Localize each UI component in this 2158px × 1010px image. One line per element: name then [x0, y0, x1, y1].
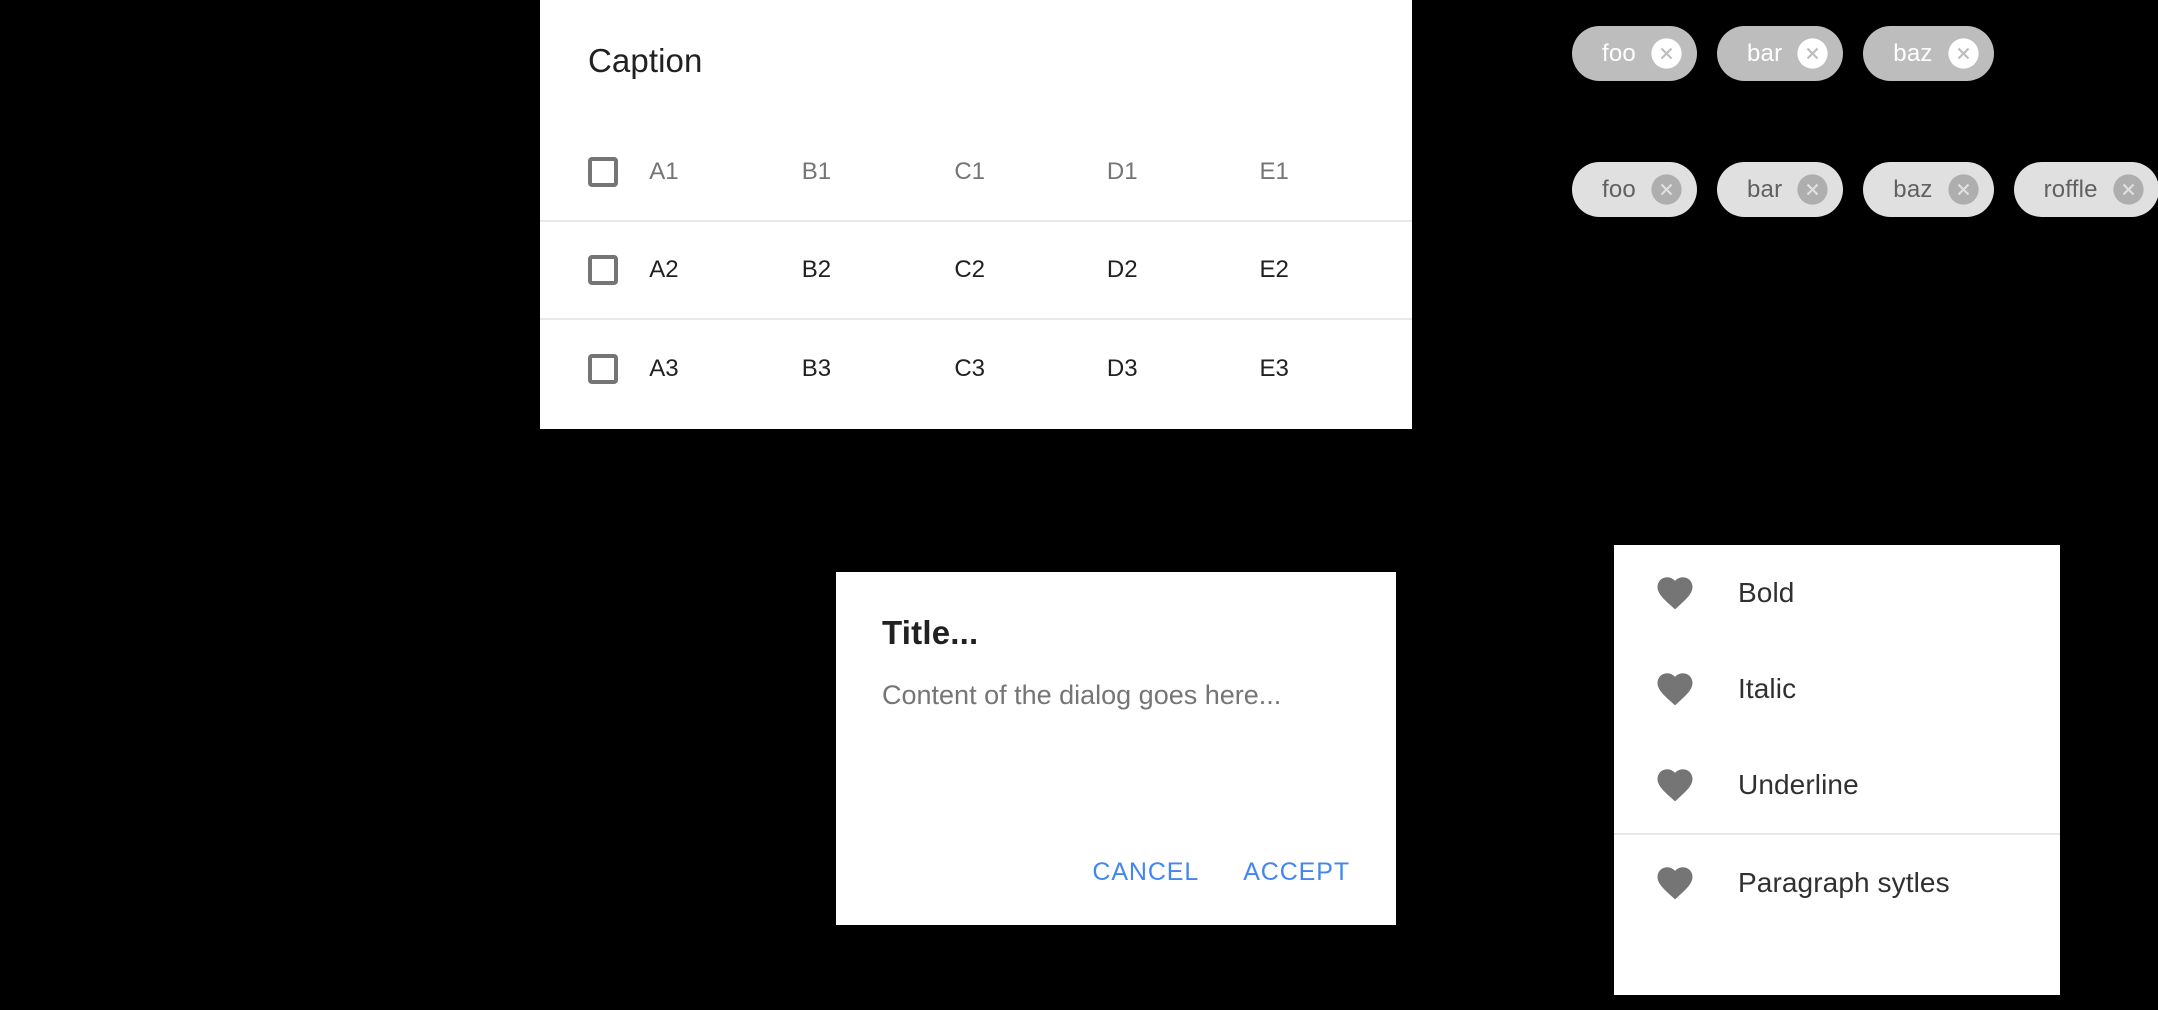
table-body: A2 B2 C2 D2 E2 A3 B3 C3 D3 E3 — [540, 221, 1412, 417]
data-table: A1 B1 C1 D1 E1 A2 B2 C2 D2 E2 A3 B3 C3 D… — [540, 123, 1412, 417]
dialog-actions: CANCEL ACCEPT — [1078, 848, 1364, 897]
close-circle-icon[interactable] — [1947, 173, 1980, 206]
column-header[interactable]: A1 — [649, 123, 802, 221]
dialog-title: Title... — [882, 614, 979, 651]
select-all-cell — [540, 123, 649, 221]
checkbox-unchecked-icon[interactable] — [588, 255, 618, 285]
table-cell: A2 — [649, 256, 679, 283]
data-table-card: Caption A1 B1 C1 D1 E1 A2 B2 C2 D2 E2 A3… — [540, 0, 1412, 429]
table-cell: E3 — [1259, 354, 1289, 382]
dialog: Title... Content of the dialog goes here… — [836, 572, 1396, 925]
close-circle-icon[interactable] — [2112, 173, 2145, 206]
close-circle-icon[interactable] — [1650, 173, 1683, 206]
chip-label: foo — [1602, 175, 1636, 203]
chip-label: roffle — [2043, 175, 2098, 203]
table-cell: E2 — [1259, 256, 1289, 283]
menu-item-underline[interactable]: Underline — [1614, 737, 2060, 833]
column-header[interactable]: B1 — [802, 123, 955, 221]
chip-label: bar — [1746, 39, 1783, 67]
chip-bar-dark[interactable]: bar — [1716, 26, 1844, 81]
table-cell: B2 — [801, 256, 832, 283]
chip-label: foo — [1602, 39, 1636, 67]
menu-item-label: Italic — [1738, 673, 1797, 704]
chip-group-dark: foo bar baz — [1572, 26, 1994, 81]
menu-panel: Bold Italic Underline Paragraph sytles — [1614, 545, 2060, 995]
chip-foo-light[interactable]: foo — [1572, 162, 1697, 217]
chip-label: bar — [1746, 175, 1783, 203]
chip-baz-light[interactable]: baz — [1863, 162, 1994, 217]
dialog-content: Content of the dialog goes here... — [882, 680, 1282, 710]
row-select-cell — [540, 319, 649, 417]
table-cell: C3 — [954, 354, 986, 382]
cancel-button[interactable]: CANCEL — [1078, 848, 1213, 897]
app-root: Caption A1 B1 C1 D1 E1 A2 B2 C2 D2 E2 A3… — [0, 0, 2158, 1010]
heart-icon — [1657, 867, 1693, 900]
close-circle-icon[interactable] — [1947, 37, 1980, 70]
column-header[interactable]: D1 — [1107, 123, 1260, 221]
row-select-cell — [540, 221, 649, 319]
menu-item-label: Paragraph sytles — [1738, 867, 1950, 898]
accept-button[interactable]: ACCEPT — [1229, 848, 1364, 897]
table-row[interactable]: A3 B3 C3 D3 E3 — [540, 319, 1412, 417]
table-row[interactable]: A2 B2 C2 D2 E2 — [540, 221, 1412, 319]
table-caption: Caption — [588, 42, 703, 79]
chip-bar-light[interactable]: bar — [1716, 162, 1844, 217]
table-cell: B3 — [801, 354, 832, 382]
menu-item-bold[interactable]: Bold — [1614, 545, 2060, 641]
table-cell: D3 — [1106, 354, 1138, 382]
menu-item-label: Underline — [1738, 769, 1859, 800]
menu-item-paragraph-styles[interactable]: Paragraph sytles — [1614, 835, 2060, 931]
close-circle-icon[interactable] — [1796, 37, 1829, 70]
menu-item-label: Bold — [1738, 577, 1795, 608]
checkbox-unchecked-icon[interactable] — [588, 353, 618, 384]
heart-icon — [1657, 577, 1693, 610]
column-header[interactable]: E1 — [1259, 123, 1412, 221]
chip-group-light: foo bar baz roffle — [1572, 162, 2158, 217]
table-cell: D2 — [1106, 256, 1138, 283]
heart-icon — [1657, 769, 1693, 802]
table-header-row: A1 B1 C1 D1 E1 — [540, 123, 1412, 221]
column-header[interactable]: C1 — [954, 123, 1107, 221]
menu-item-italic[interactable]: Italic — [1614, 641, 2060, 737]
table-cell: C2 — [954, 256, 986, 283]
checkbox-unchecked-icon[interactable] — [588, 156, 618, 187]
close-circle-icon[interactable] — [1650, 37, 1683, 70]
chip-label: baz — [1893, 175, 1933, 203]
chip-roffle-light[interactable]: roffle — [2013, 162, 2158, 217]
table-header: A1 B1 C1 D1 E1 — [540, 123, 1412, 221]
chip-baz-dark[interactable]: baz — [1863, 26, 1994, 81]
chip-foo-dark[interactable]: foo — [1572, 26, 1697, 81]
table-cell: A3 — [649, 354, 679, 382]
close-circle-icon[interactable] — [1796, 173, 1829, 206]
heart-icon — [1657, 673, 1693, 706]
chip-label: baz — [1893, 39, 1933, 67]
